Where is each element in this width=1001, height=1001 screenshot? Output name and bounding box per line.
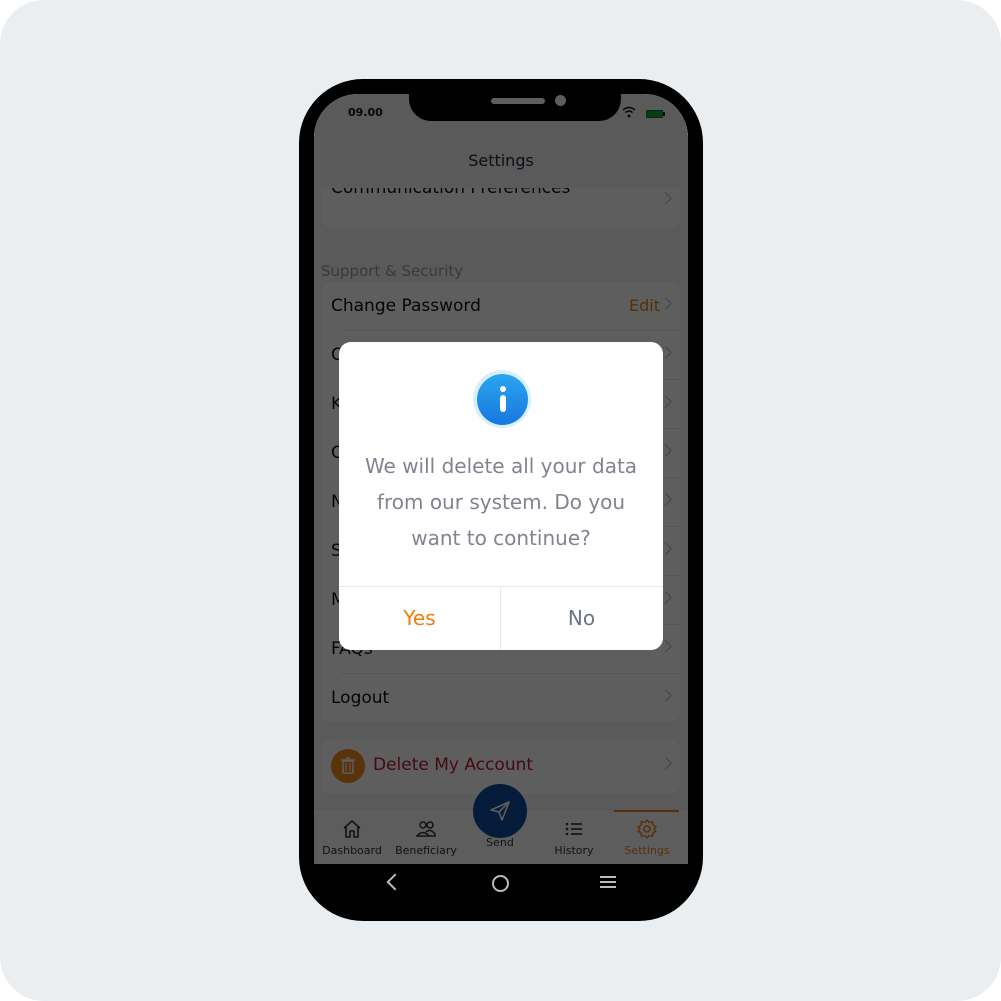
info-icon: [477, 374, 528, 425]
home-button-icon[interactable]: [492, 875, 509, 892]
dialog-actions: Yes No: [339, 586, 663, 650]
confirm-delete-dialog: We will delete all your data from our sy…: [339, 342, 663, 650]
back-icon[interactable]: [386, 873, 404, 891]
info-bar: [500, 395, 506, 412]
info-dot: [500, 386, 506, 392]
recents-icon[interactable]: [600, 876, 616, 888]
dialog-message: We will delete all your data from our sy…: [364, 454, 638, 550]
no-button[interactable]: No: [501, 587, 662, 650]
yes-button[interactable]: Yes: [339, 587, 501, 650]
android-nav-bar: [299, 864, 703, 904]
